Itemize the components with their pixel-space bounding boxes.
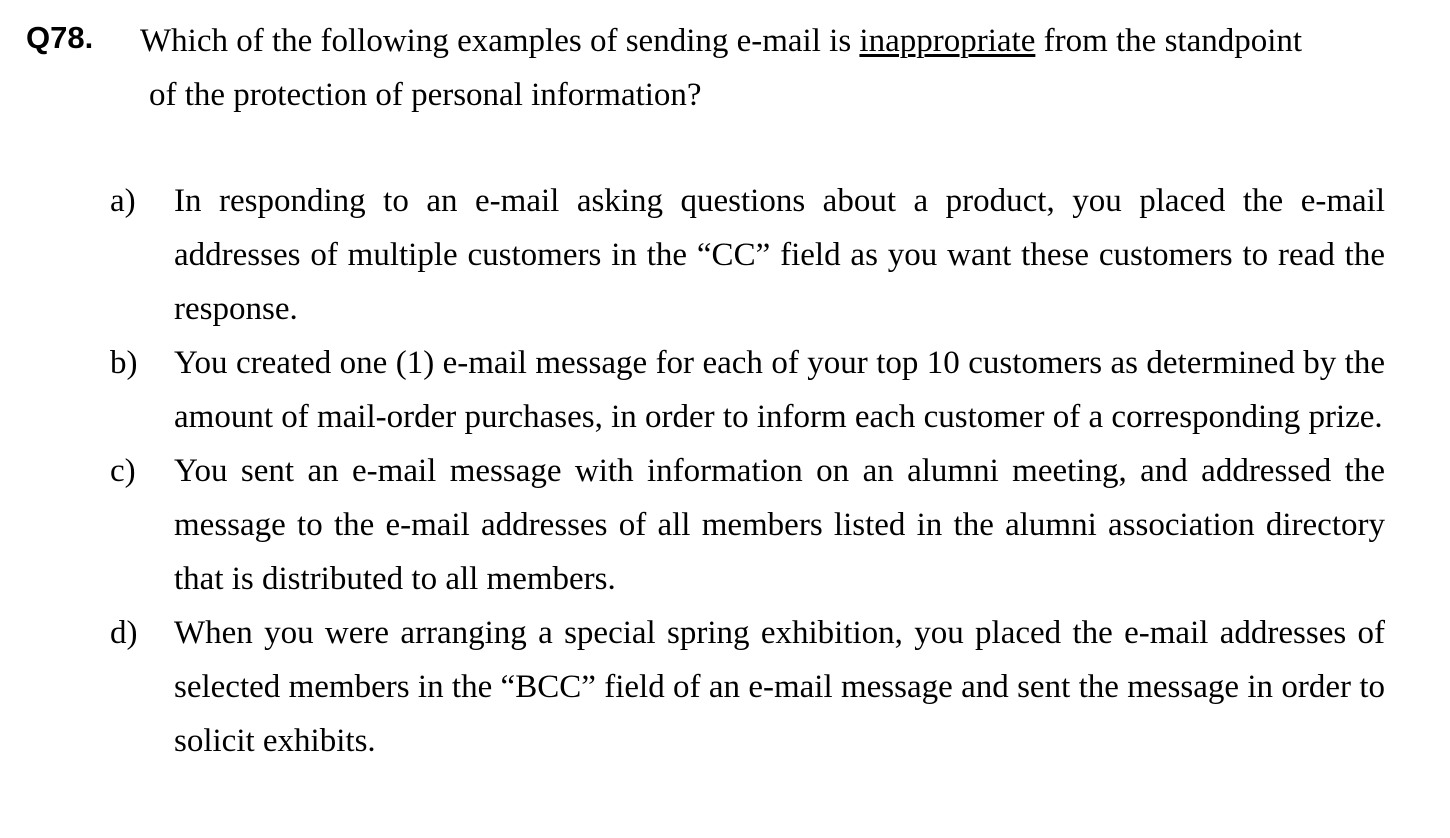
option-text: When you were arranging a special spring… — [174, 615, 1385, 759]
exam-page: Q78. Which of the following examples of … — [0, 0, 1450, 838]
question-text-before: Which of the following examples of sendi… — [140, 23, 860, 59]
question-emphasis: inappropriate — [859, 23, 1036, 59]
option-letter: b) — [110, 345, 138, 381]
option-letter: c) — [110, 453, 136, 489]
question-stem: Which of the following examples of sendi… — [140, 14, 1385, 122]
option-b: b) You created one (1) e-mail message fo… — [0, 336, 1450, 444]
option-a: a) In responding to an e-mail asking que… — [0, 174, 1450, 336]
option-letter: d) — [110, 615, 138, 651]
option-letter: a) — [110, 183, 136, 219]
option-text: In responding to an e-mail asking questi… — [174, 183, 1385, 327]
option-text: You created one (1) e-mail message for e… — [174, 345, 1385, 435]
option-text: You sent an e-mail message with informat… — [174, 453, 1385, 597]
answer-options: a) In responding to an e-mail asking que… — [0, 174, 1450, 768]
question-text-after: from the standpoint — [1035, 23, 1303, 59]
question-text-line2: of the protection of personal informatio… — [149, 77, 702, 113]
option-d: d) When you were arranging a special spr… — [0, 606, 1450, 768]
option-c: c) You sent an e-mail message with infor… — [0, 444, 1450, 606]
question-number: Q78. — [26, 20, 94, 55]
